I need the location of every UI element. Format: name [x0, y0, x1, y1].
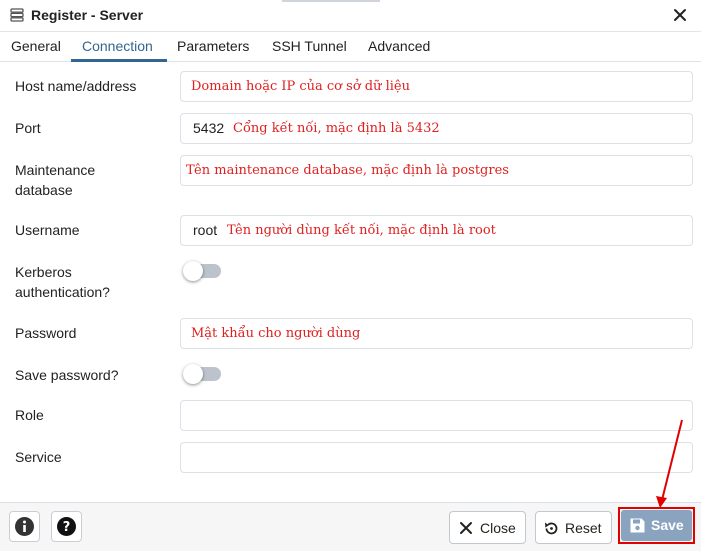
- dialog-footer: ? Close Reset: [0, 502, 701, 551]
- tab-advanced[interactable]: Advanced: [368, 38, 430, 54]
- port-annotation: Cổng kết nối, mặc định là 5432: [233, 121, 440, 136]
- username-label: Username: [15, 222, 80, 238]
- connection-form: Host name/address Domain hoặc IP của cơ …: [0, 62, 701, 502]
- host-input[interactable]: Domain hoặc IP của cơ sở dữ liệu: [180, 71, 693, 102]
- password-annotation: Mật khẩu cho người dùng: [191, 326, 361, 341]
- reset-button-label: Reset: [565, 520, 602, 536]
- tab-general[interactable]: General: [11, 38, 61, 54]
- username-input[interactable]: root Tên người dùng kết nối, mặc định là…: [180, 215, 693, 246]
- close-button[interactable]: Close: [449, 511, 526, 544]
- close-button-label: Close: [480, 520, 516, 536]
- reset-icon: [545, 522, 558, 535]
- dialog-titlebar: Register - Server: [0, 0, 701, 32]
- service-label: Service: [15, 449, 62, 465]
- kerberos-label-line1: Kerberos: [15, 264, 72, 280]
- maintenance-db-label-line2: database: [15, 182, 73, 198]
- svg-text:?: ?: [63, 520, 71, 535]
- save-password-label: Save password?: [15, 367, 119, 383]
- port-input[interactable]: 5432 Cổng kết nối, mặc định là 5432: [180, 113, 693, 144]
- close-icon[interactable]: [671, 6, 689, 24]
- port-value: 5432: [193, 120, 225, 136]
- info-button[interactable]: [9, 511, 40, 542]
- toggle-knob: [183, 261, 203, 281]
- maintenance-db-annotation: Tên maintenance database, mặc định là po…: [186, 163, 509, 178]
- info-icon: [15, 517, 34, 536]
- role-input[interactable]: [180, 400, 693, 431]
- host-annotation: Domain hoặc IP của cơ sở dữ liệu: [191, 79, 410, 94]
- tab-bar: General Connection Parameters SSH Tunnel…: [0, 32, 701, 62]
- kerberos-label-line2: authentication?: [15, 284, 110, 300]
- kerberos-toggle[interactable]: [183, 261, 221, 281]
- save-password-toggle[interactable]: [183, 364, 221, 384]
- username-annotation: Tên người dùng kết nối, mặc định là root: [227, 223, 496, 238]
- tab-connection[interactable]: Connection: [82, 38, 153, 54]
- save-button-label: Save: [651, 517, 684, 533]
- port-label: Port: [15, 120, 41, 136]
- reset-button[interactable]: Reset: [535, 511, 612, 544]
- username-value: root: [193, 222, 218, 238]
- help-icon: ?: [57, 517, 76, 536]
- close-icon: [460, 522, 472, 534]
- dialog-title: Register - Server: [31, 7, 144, 23]
- save-icon: [630, 518, 645, 533]
- service-input[interactable]: [180, 442, 693, 473]
- toggle-knob: [183, 364, 203, 384]
- tab-ssh-tunnel[interactable]: SSH Tunnel: [272, 38, 347, 54]
- maintenance-db-input[interactable]: Tên maintenance database, mặc định là po…: [180, 155, 693, 186]
- tab-parameters[interactable]: Parameters: [177, 38, 249, 54]
- password-input[interactable]: Mật khẩu cho người dùng: [180, 318, 693, 349]
- help-button[interactable]: ?: [51, 511, 82, 542]
- server-icon: [10, 8, 24, 22]
- maintenance-db-label-line1: Maintenance: [15, 162, 96, 178]
- window-top-edge: [282, 0, 380, 2]
- role-label: Role: [15, 407, 44, 423]
- save-button[interactable]: Save: [621, 510, 692, 541]
- password-label: Password: [15, 325, 77, 341]
- host-label: Host name/address: [15, 78, 137, 94]
